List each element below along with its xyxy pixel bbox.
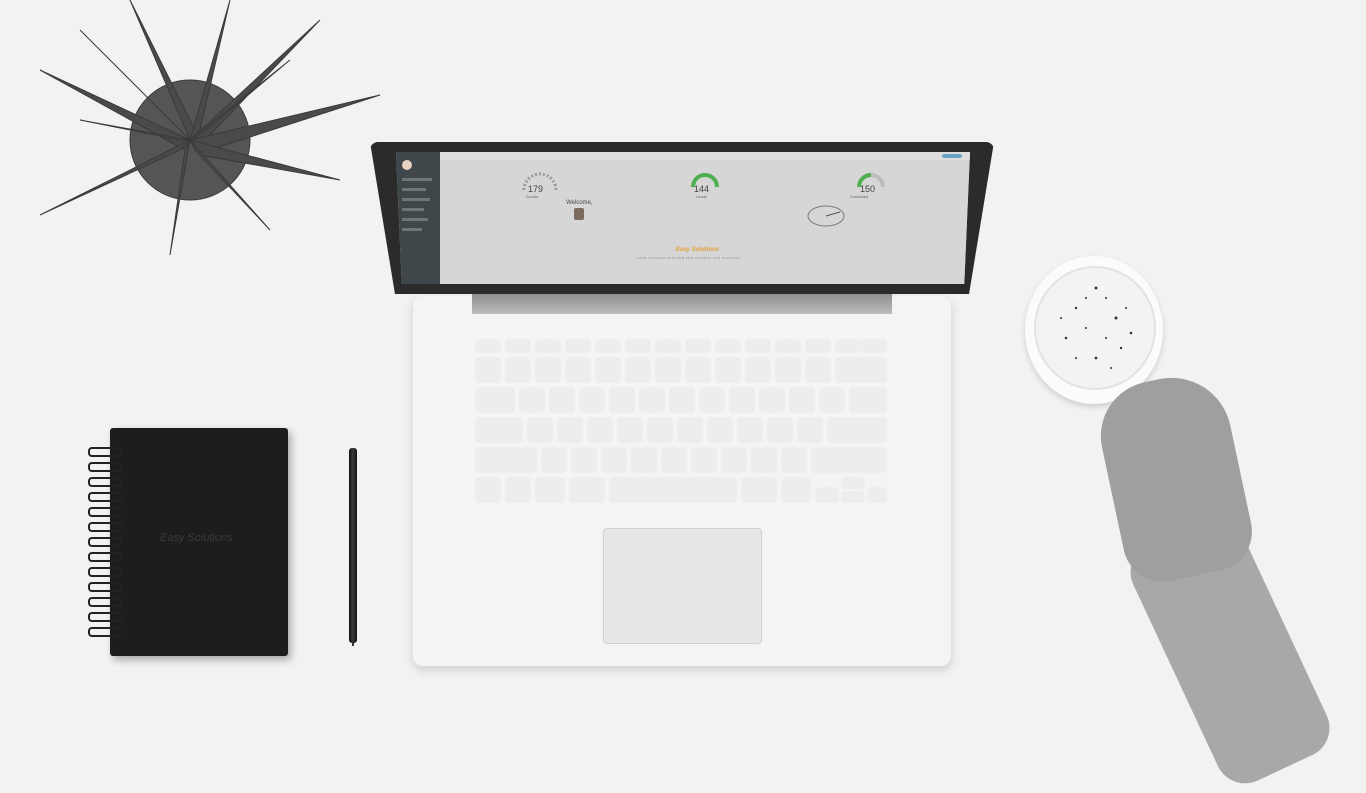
- trackpad: [603, 528, 762, 644]
- avatar: [402, 160, 412, 170]
- brand-tagline: YOUR TRUSTED PARTNER FOR GROWTH AND SUCC…: [636, 256, 741, 260]
- notebook-logo: Easy Solutions: [160, 532, 233, 544]
- stat-label: Leads: [696, 194, 707, 199]
- sidebar-item[interactable]: [402, 208, 424, 211]
- notebook-ring: [88, 477, 122, 487]
- keyboard: [476, 338, 886, 502]
- notebook-ring: [88, 552, 122, 562]
- sidebar-item[interactable]: [402, 188, 426, 191]
- welcome-text: Welcome,: [566, 200, 593, 206]
- laptop-screen: 179 Scouts 144 Leads 150 Contacted Welco…: [396, 152, 970, 284]
- top-bar: [440, 152, 970, 160]
- plant-icon: [39, 0, 381, 256]
- notebook-ring: [88, 537, 122, 547]
- clock-icon: [807, 205, 845, 227]
- laptop-hinge: [472, 292, 892, 314]
- notebook-ring: [88, 492, 122, 502]
- stat-label: Scouts: [526, 194, 539, 199]
- stat-value: 144: [694, 184, 710, 194]
- coffee-foam-speckles: [1060, 286, 1133, 369]
- notebook-ring: [88, 612, 122, 622]
- screen-sidebar: [396, 152, 440, 284]
- sidebar-item[interactable]: [402, 228, 422, 231]
- notebook-ring: [88, 522, 122, 532]
- notebook-ring: [88, 582, 122, 592]
- pen-icon: [349, 448, 357, 643]
- desk-scene: 179 Scouts 144 Leads 150 Contacted Welco…: [0, 0, 1366, 793]
- notebook-ring: [88, 597, 122, 607]
- stat-label: Contacted: [850, 194, 869, 199]
- notebook-ring: [88, 462, 122, 472]
- top-button[interactable]: [942, 154, 962, 158]
- stat-value: 150: [860, 184, 876, 194]
- notebook-ring: [88, 567, 122, 577]
- notebook-ring: [88, 507, 122, 517]
- screen-main: 179 Scouts 144 Leads 150 Contacted Welco…: [440, 152, 970, 284]
- pen-tip: [352, 636, 354, 646]
- brand-logo: Easy Solutions: [676, 247, 720, 253]
- notebook-ring: [88, 447, 122, 457]
- sidebar-item[interactable]: [402, 198, 430, 201]
- stat-value: 179: [528, 184, 544, 194]
- profile-photo: [574, 208, 584, 220]
- notebook-ring: [88, 627, 122, 637]
- hand-icon: [1090, 366, 1260, 590]
- sidebar-item[interactable]: [402, 178, 432, 181]
- sidebar-item[interactable]: [402, 218, 428, 221]
